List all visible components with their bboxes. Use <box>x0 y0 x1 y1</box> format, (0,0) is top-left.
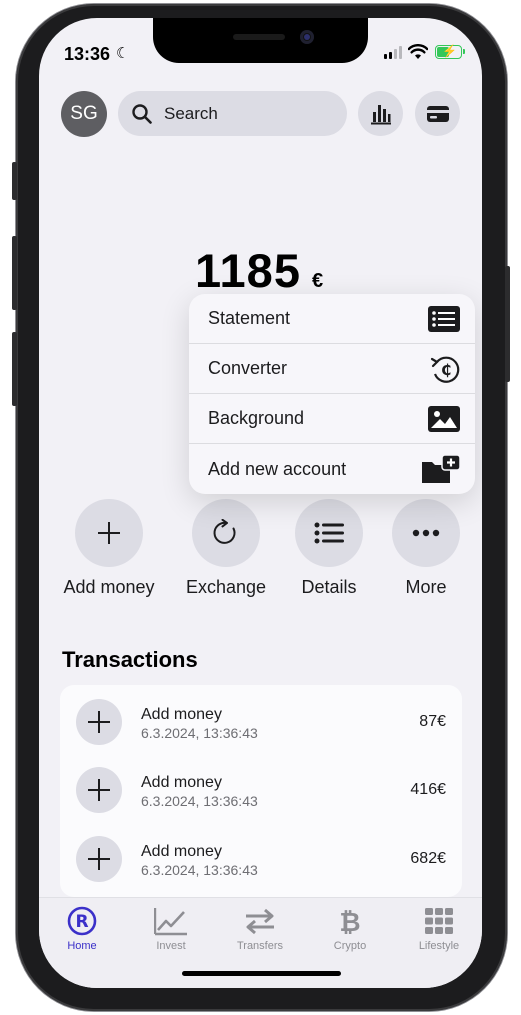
tab-label: Invest <box>156 940 186 952</box>
status-time: 13:36 <box>64 44 111 64</box>
add-money-label: Add money <box>63 577 155 597</box>
transaction-amount: 416€ <box>410 781 446 798</box>
plus-icon <box>98 522 120 544</box>
transaction-amount: 87€ <box>419 713 446 730</box>
front-camera <box>300 30 314 44</box>
more-button[interactable] <box>392 499 460 567</box>
tab-label: Transfers <box>236 940 284 952</box>
plus-icon <box>76 836 122 882</box>
list-icon <box>428 305 460 332</box>
menu-item-add-account[interactable]: Add new account <box>189 444 475 494</box>
balance-amount: 1185 <box>195 244 301 297</box>
tab-crypto[interactable]: ₿ Crypto <box>315 906 385 952</box>
battery-icon: ⚡ <box>435 44 465 59</box>
bitcoin-icon: ₿ <box>339 908 360 936</box>
home-indicator[interactable] <box>182 971 341 976</box>
tab-home[interactable]: R Home <box>47 906 117 952</box>
ellipsis-icon <box>412 529 440 537</box>
image-icon <box>428 405 460 432</box>
transaction-name: Add money <box>141 774 222 791</box>
add-money-action[interactable]: Add money <box>63 499 155 598</box>
menu-item-label: Statement <box>208 308 291 328</box>
context-menu: Statement Converter ₵ Background Add new… <box>189 294 475 494</box>
transaction-date: 6.3.2024, 13:36:43 <box>141 793 258 809</box>
svg-text:₿: ₿ <box>339 908 360 936</box>
menu-item-label: Converter <box>208 358 288 378</box>
plus-icon <box>76 699 122 745</box>
balance-currency: € <box>312 270 324 292</box>
grid-icon <box>425 908 453 934</box>
transactions-title: Transactions <box>62 647 198 672</box>
analytics-button[interactable] <box>358 91 403 136</box>
transaction-row[interactable]: Add money 6.3.2024, 13:36:43 682€ <box>60 822 462 890</box>
svg-text:R: R <box>75 912 88 932</box>
tab-label: Crypto <box>333 940 367 952</box>
more-action[interactable]: More <box>392 499 460 598</box>
search-placeholder: Search <box>164 103 218 123</box>
invest-chart-icon <box>154 908 187 936</box>
speaker <box>233 34 285 40</box>
cellular-signal-icon <box>384 46 402 59</box>
transaction-amount: 682€ <box>410 850 446 867</box>
power-button <box>505 266 510 382</box>
menu-item-statement[interactable]: Statement <box>189 294 475 344</box>
silent-switch <box>12 162 17 200</box>
tab-label: Lifestyle <box>418 940 460 952</box>
home-icon: R <box>67 906 97 936</box>
transaction-date: 6.3.2024, 13:36:43 <box>141 862 258 878</box>
avatar[interactable]: SG <box>61 91 107 137</box>
details-button[interactable] <box>295 499 363 567</box>
transaction-date: 6.3.2024, 13:36:43 <box>141 725 258 741</box>
notch <box>153 18 368 63</box>
cards-button[interactable] <box>415 91 460 136</box>
search-icon <box>132 103 152 124</box>
bar-chart-icon <box>370 104 391 124</box>
transaction-row[interactable]: Add money 6.3.2024, 13:36:43 416€ <box>60 753 462 821</box>
menu-item-background[interactable]: Background <box>189 394 475 444</box>
tab-lifestyle[interactable]: Lifestyle <box>404 906 474 952</box>
tab-invest[interactable]: Invest <box>136 906 206 952</box>
plus-icon <box>76 767 122 813</box>
card-icon <box>426 105 449 122</box>
tab-label: Home <box>67 940 97 952</box>
exchange-action[interactable]: Exchange <box>186 499 266 598</box>
transaction-name: Add money <box>141 706 222 723</box>
volume-up-button <box>12 236 17 310</box>
list-icon <box>314 522 344 544</box>
exchange-button[interactable] <box>192 499 260 567</box>
add-money-button[interactable] <box>75 499 143 567</box>
volume-down-button <box>12 332 17 406</box>
tab-transfers[interactable]: Transfers <box>225 906 295 952</box>
transactions-list: Add money 6.3.2024, 13:36:43 87€ Add mon… <box>60 685 462 897</box>
refresh-icon <box>213 519 236 544</box>
svg-text:₵: ₵ <box>441 361 451 379</box>
transfer-arrows-icon <box>246 908 274 935</box>
menu-item-converter[interactable]: Converter ₵ <box>189 344 475 394</box>
menu-item-label: Background <box>208 408 305 428</box>
folder-add-icon <box>422 455 460 483</box>
screen: 13:36 ☾ ⚡ SG Search 1185 € Add money Exc… <box>39 18 482 988</box>
menu-item-label: Add new account <box>208 458 347 479</box>
exchange-label: Exchange <box>185 577 267 597</box>
transaction-name: Add money <box>141 843 222 860</box>
transaction-row[interactable]: Add money 6.3.2024, 13:36:43 87€ <box>60 685 462 753</box>
details-label: Details <box>301 577 357 597</box>
search-bar[interactable]: Search <box>118 91 347 136</box>
currency-convert-icon: ₵ <box>430 356 460 383</box>
wifi-icon <box>408 44 428 59</box>
details-action[interactable]: Details <box>295 499 363 598</box>
more-label: More <box>405 577 447 597</box>
do-not-disturb-icon: ☾ <box>116 45 130 62</box>
